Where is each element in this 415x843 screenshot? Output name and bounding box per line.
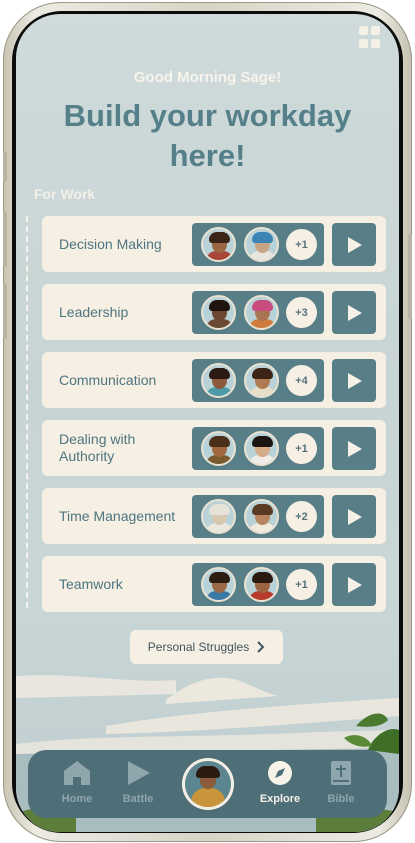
home-icon <box>64 761 90 785</box>
play-icon <box>348 576 362 593</box>
topic-card[interactable]: Teamwork +1 <box>42 556 386 612</box>
power-button <box>408 234 412 319</box>
character-group[interactable]: +1 <box>192 427 324 470</box>
greeting: Good Morning Sage! <box>133 69 282 86</box>
section-label: For Work <box>34 186 96 202</box>
play-icon <box>348 236 362 253</box>
topic-card[interactable]: Leadership +3 <box>42 284 386 340</box>
grid-icon[interactable] <box>359 26 381 48</box>
count-badge: +1 <box>286 229 317 260</box>
character-avatar <box>201 431 236 466</box>
nav-home[interactable]: Home <box>47 760 107 805</box>
compass-icon <box>268 761 292 785</box>
play-button[interactable] <box>332 359 376 402</box>
play-button[interactable] <box>332 563 376 606</box>
play-icon <box>348 508 362 525</box>
nav-explore-label: Explore <box>259 793 301 805</box>
character-group[interactable]: +1 <box>192 223 324 266</box>
character-avatar <box>244 227 279 262</box>
volume-up-button <box>3 212 7 267</box>
bible-icon <box>331 761 351 785</box>
play-icon <box>348 304 362 321</box>
character-avatar <box>201 567 236 602</box>
character-avatar <box>244 295 279 330</box>
count-badge: +2 <box>286 501 317 532</box>
character-avatar <box>244 363 279 398</box>
character-avatar <box>201 227 236 262</box>
app-screen: Good Morning Sage! Build your workday he… <box>16 14 399 832</box>
count-badge: +1 <box>286 433 317 464</box>
character-group[interactable]: +4 <box>192 359 324 402</box>
topic-title: Time Management <box>59 507 176 524</box>
character-avatar <box>244 567 279 602</box>
timeline-line <box>26 216 28 608</box>
character-avatar <box>201 363 236 398</box>
character-avatar <box>244 499 279 534</box>
volume-down-button <box>3 284 7 339</box>
play-icon <box>348 440 362 457</box>
nav-bible[interactable]: Bible <box>311 760 371 805</box>
mute-switch <box>3 152 7 182</box>
character-group[interactable]: +1 <box>192 563 324 606</box>
character-group[interactable]: +3 <box>192 291 324 334</box>
avatar[interactable] <box>182 758 234 810</box>
nav-home-label: Home <box>61 793 93 805</box>
nav-battle-label: Battle <box>122 793 154 805</box>
character-group[interactable]: +2 <box>192 495 324 538</box>
nav-explore[interactable]: Explore <box>250 760 310 805</box>
topic-card[interactable]: Decision Making +1 <box>42 216 386 272</box>
personal-struggles-label: Personal Struggles <box>147 640 250 654</box>
topic-card[interactable]: Time Management +2 <box>42 488 386 544</box>
character-avatar <box>201 499 236 534</box>
count-badge: +3 <box>286 297 317 328</box>
play-button[interactable] <box>332 427 376 470</box>
play-icon <box>128 761 150 785</box>
page-title: Build your workday here! <box>63 98 352 173</box>
topic-card[interactable]: Dealing with Authority +1 <box>42 420 386 476</box>
chevron-right-icon <box>257 641 265 653</box>
character-avatar <box>244 431 279 466</box>
topic-title: Decision Making <box>59 235 162 252</box>
topic-title: Teamwork <box>59 575 123 592</box>
play-button[interactable] <box>332 291 376 334</box>
nav-battle[interactable]: Battle <box>108 760 168 805</box>
play-icon <box>348 372 362 389</box>
play-button[interactable] <box>332 223 376 266</box>
topic-title: Communication <box>59 371 157 388</box>
nav-bible-label: Bible <box>327 793 355 805</box>
topic-title: Leadership <box>59 303 129 320</box>
count-badge: +4 <box>286 365 317 396</box>
count-badge: +1 <box>286 569 317 600</box>
topic-list: Decision Making +1 Leadership +3 Communi… <box>42 216 386 624</box>
topic-card[interactable]: Communication +4 <box>42 352 386 408</box>
topic-title: Dealing with Authority <box>59 431 136 464</box>
bottom-nav: Home Battle Explore Bible <box>28 750 387 818</box>
character-avatar <box>201 295 236 330</box>
play-button[interactable] <box>332 495 376 538</box>
